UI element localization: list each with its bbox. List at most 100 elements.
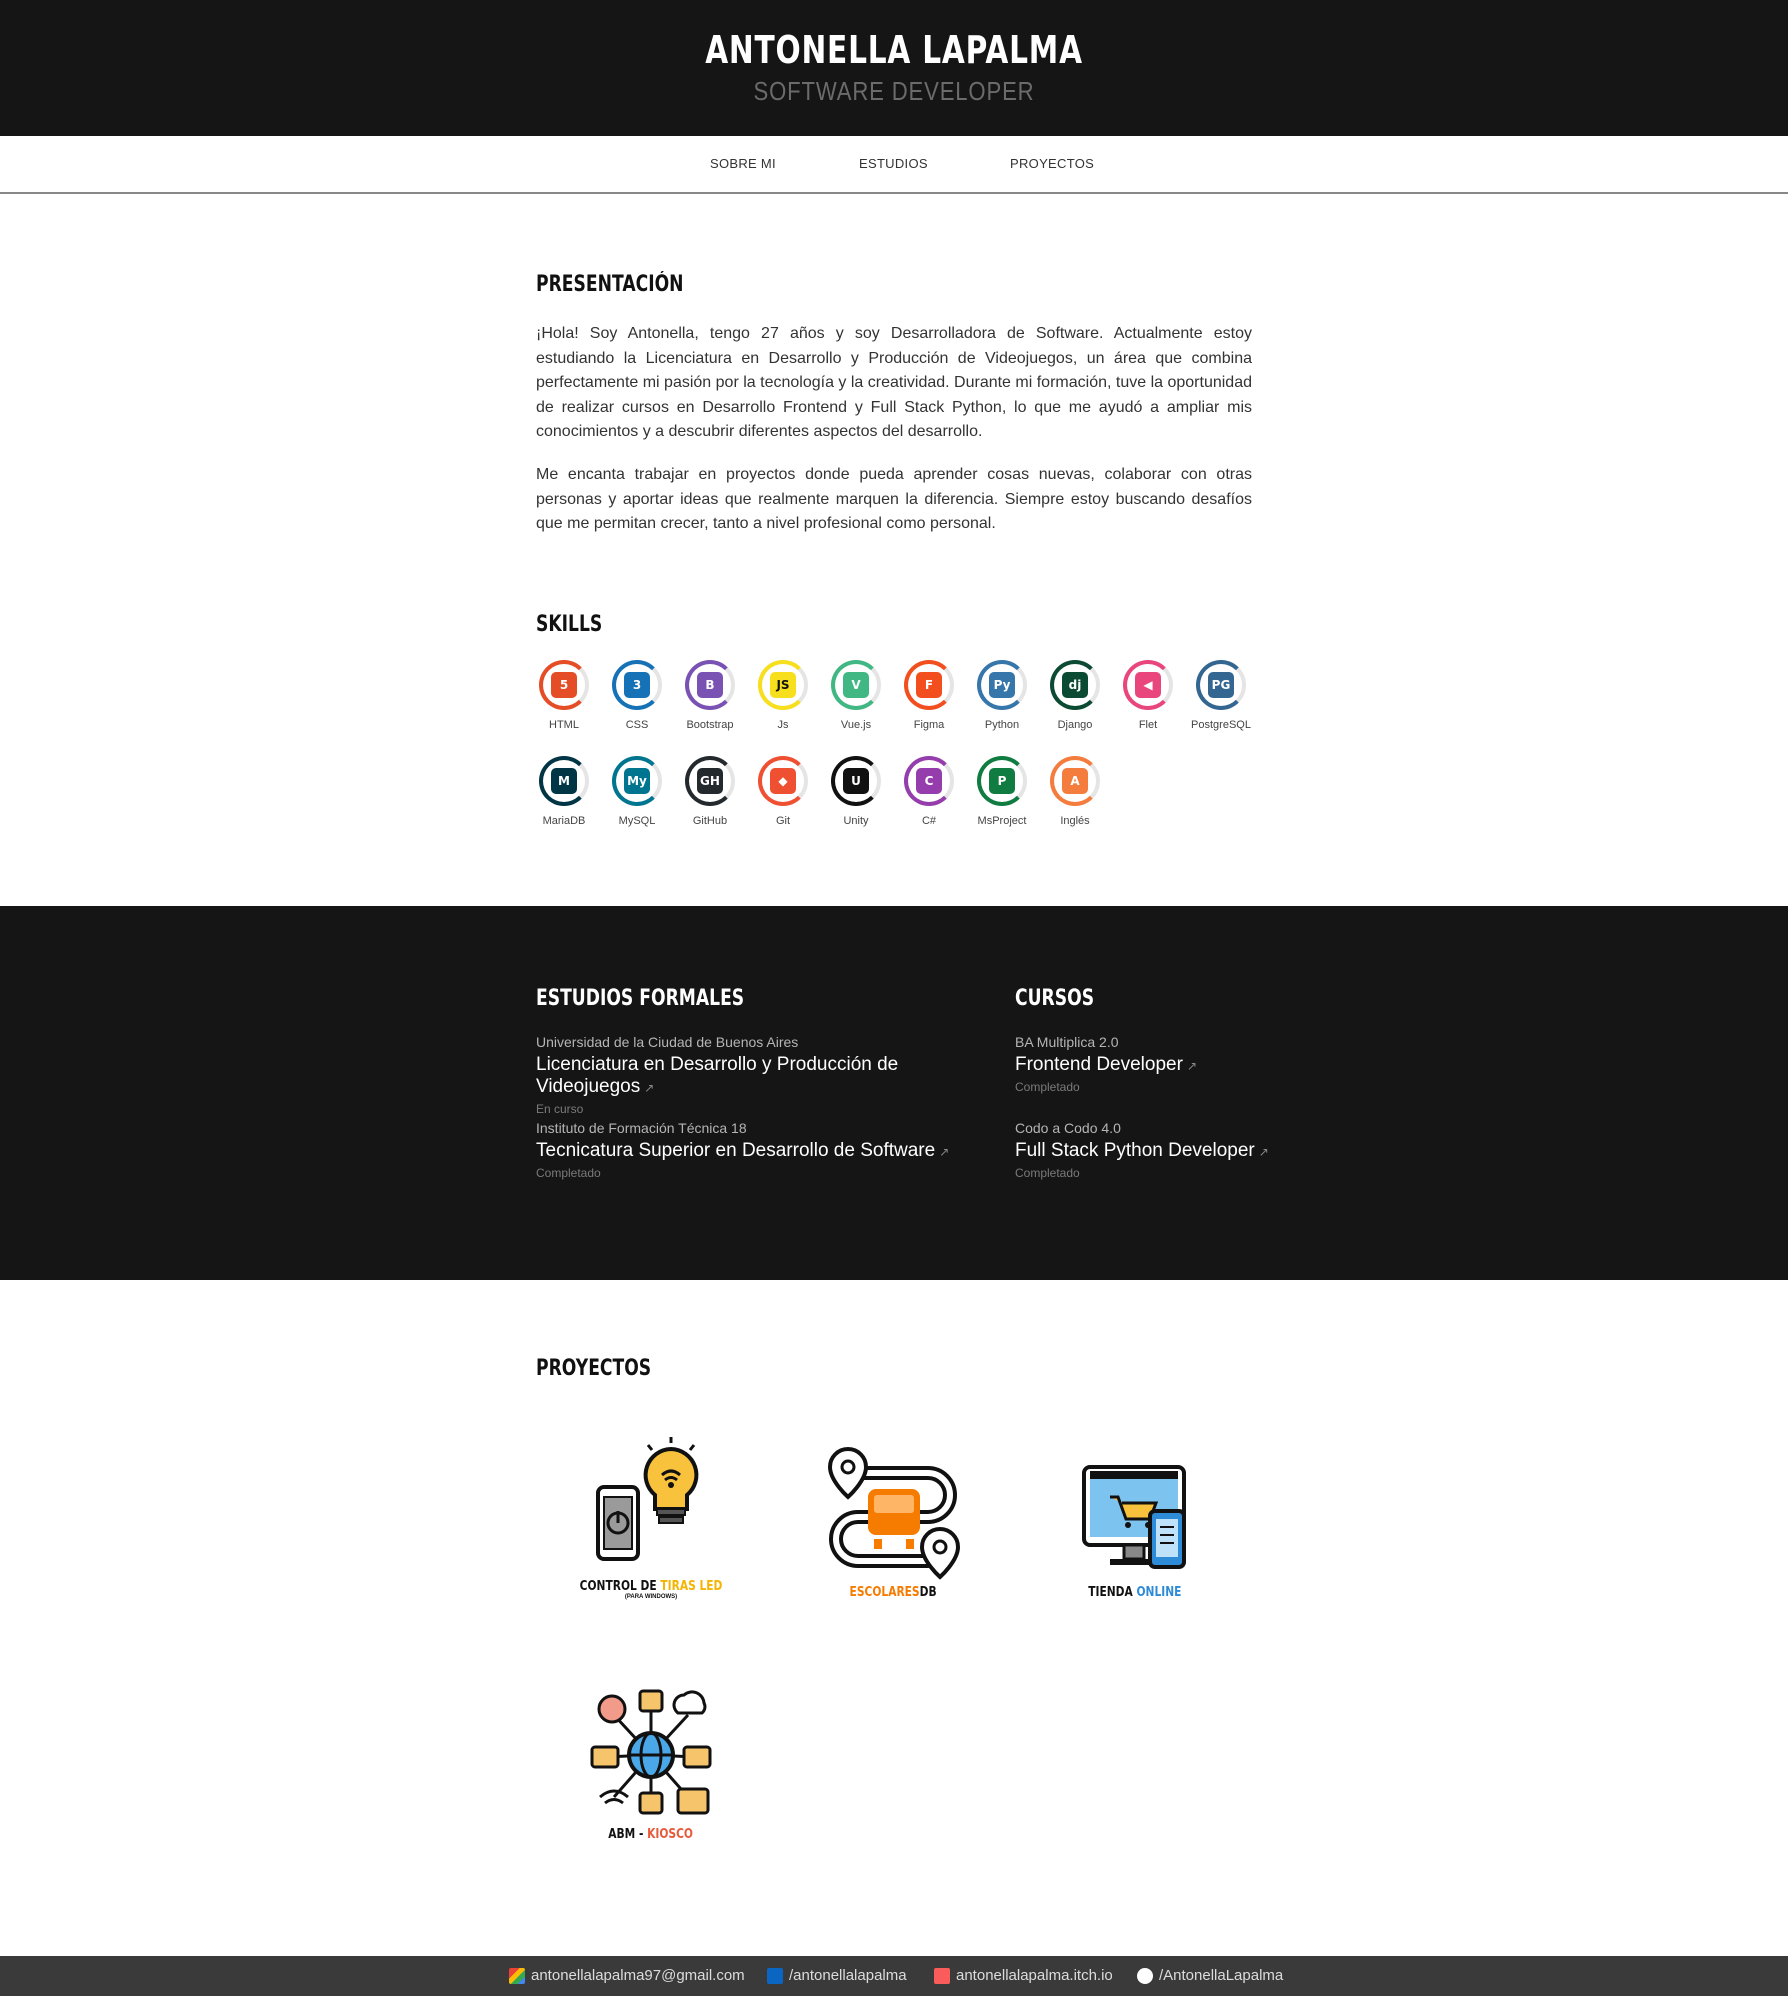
skill-ring-arc	[758, 756, 808, 806]
skill-ring-arc	[904, 756, 954, 806]
skill-ring: My	[612, 756, 662, 806]
skill-name: Unity	[843, 815, 869, 827]
skill-name: Js	[777, 719, 789, 731]
skill-ring: GH	[685, 756, 735, 806]
site-subtitle: SOFTWARE DEVELOPER	[753, 76, 1035, 106]
footer-link-linkedin[interactable]: /antonellalapalma	[767, 1967, 907, 1984]
course-title-link[interactable]: Frontend Developer ↗	[1015, 1054, 1197, 1076]
skill-ring-arc	[612, 756, 662, 806]
study-status: En curso	[536, 1102, 584, 1116]
project-sublabel: (PARA WINDOWS)	[624, 1594, 678, 1600]
course-status: Completado	[1015, 1166, 1080, 1180]
about-paragraph-2: Me encanta trabajar en proyectos donde p…	[536, 466, 1252, 532]
footer-link-label: antonellalapalma.itch.io	[956, 1967, 1113, 1984]
course-status: Completado	[1015, 1080, 1080, 1094]
project-card-tienda-online[interactable]: TIENDA ONLINE	[1040, 1410, 1230, 1600]
skill-item: ◀ Flet	[1118, 660, 1178, 731]
skill-item: C C#	[899, 756, 959, 827]
project-card-escolaresdb[interactable]: ESCOLARESDB	[798, 1410, 988, 1600]
skill-item: M MariaDB	[534, 756, 594, 827]
skill-ring: PG	[1196, 660, 1246, 710]
skill-ring: C	[904, 756, 954, 806]
skill-ring-arc	[539, 660, 589, 710]
course-title-link[interactable]: Full Stack Python Developer ↗	[1015, 1140, 1269, 1162]
about-paragraph-1: ¡Hola! Soy Antonella, tengo 27 años y so…	[536, 325, 1252, 440]
external-link-icon: ↗	[939, 1145, 950, 1159]
skill-name: MsProject	[977, 815, 1027, 827]
course-item: Codo a Codo 4.0 Full Stack Python Develo…	[1015, 1120, 1275, 1180]
skill-item: V Vue.js	[826, 660, 886, 731]
online-store-icon	[1082, 1465, 1186, 1569]
skill-ring-arc	[685, 660, 735, 710]
nav-link-sobre-mi[interactable]: SOBRE MI	[710, 156, 776, 171]
skills-title: SKILLS	[536, 612, 603, 637]
linkedin-icon	[767, 1967, 783, 1984]
skill-ring: P	[977, 756, 1027, 806]
skill-name: C#	[921, 815, 937, 827]
study-title-link[interactable]: Licenciatura en Desarrollo y Producción …	[536, 1054, 1006, 1098]
skill-name: GitHub	[692, 815, 728, 827]
skill-name: Bootstrap	[686, 719, 734, 731]
skill-ring-arc	[831, 756, 881, 806]
skill-item: Py Python	[972, 660, 1032, 731]
footer-link-label: antonellalapalma97@gmail.com	[531, 1967, 745, 1984]
project-label: ESCOLARESDB	[849, 1585, 937, 1600]
skill-item: ◆ Git	[753, 756, 813, 827]
skill-ring-arc	[685, 756, 735, 806]
skill-name: MySQL	[618, 815, 656, 827]
skill-ring: F	[904, 660, 954, 710]
project-label: TIENDA ONLINE	[1088, 1585, 1182, 1600]
footer-link-label: /antonellalapalma	[789, 1967, 907, 1984]
skill-ring-arc	[539, 756, 589, 806]
studies-section: ESTUDIOS FORMALES CURSOS Universidad de …	[0, 906, 1788, 1280]
skill-ring: ◆	[758, 756, 808, 806]
skill-ring-arc	[904, 660, 954, 710]
skill-ring: Py	[977, 660, 1027, 710]
study-title: Tecnicatura Superior en Desarrollo de So…	[536, 1140, 936, 1161]
formal-study-item: Universidad de la Ciudad de Buenos Aires…	[536, 1034, 1006, 1116]
skill-ring-arc	[977, 756, 1027, 806]
course-institution: Codo a Codo 4.0	[1015, 1120, 1121, 1136]
skill-item: A Inglés	[1045, 756, 1105, 827]
skill-name: Flet	[1138, 719, 1158, 731]
nav-link-proyectos[interactable]: PROYECTOS	[1010, 156, 1094, 171]
project-card-led-control[interactable]: CONTROL DE TIRAS LED (PARA WINDOWS)	[556, 1410, 746, 1600]
itchio-icon	[934, 1967, 950, 1984]
footer-link-itchio[interactable]: antonellalapalma.itch.io	[934, 1967, 1113, 1984]
study-institution: Universidad de la Ciudad de Buenos Aires	[536, 1034, 799, 1050]
course-title: Full Stack Python Developer	[1015, 1140, 1255, 1161]
project-label: ABM - KIOSCO	[608, 1827, 694, 1842]
study-title: Licenciatura en Desarrollo y Producción …	[536, 1054, 899, 1097]
about-title: PRESENTACIÓN	[536, 272, 684, 297]
skill-ring: M	[539, 756, 589, 806]
formal-studies-title: ESTUDIOS FORMALES	[536, 986, 745, 1011]
site-footer: antonellalapalma97@gmail.com /antonellal…	[0, 1956, 1788, 1996]
skill-item: 3 CSS	[607, 660, 667, 731]
skill-ring-arc	[758, 660, 808, 710]
skill-name: Django	[1057, 719, 1093, 731]
skill-item: PG PostgreSQL	[1191, 660, 1251, 731]
skill-name: Vue.js	[840, 719, 872, 731]
github-icon	[1137, 1967, 1153, 1984]
study-title-link[interactable]: Tecnicatura Superior en Desarrollo de So…	[536, 1140, 949, 1162]
site-header: ANTONELLA LAPALMA SOFTWARE DEVELOPER	[0, 0, 1788, 136]
main-nav: SOBRE MI ESTUDIOS PROYECTOS	[0, 136, 1788, 194]
skill-name: Inglés	[1060, 815, 1090, 827]
nav-link-estudios[interactable]: ESTUDIOS	[859, 156, 928, 171]
study-institution: Instituto de Formación Técnica 18	[536, 1120, 747, 1136]
skill-item: My MySQL	[607, 756, 667, 827]
site-title: ANTONELLA LAPALMA	[705, 28, 1083, 72]
network-database-icon	[590, 1689, 712, 1815]
skill-ring-arc	[977, 660, 1027, 710]
skill-item: JS Js	[753, 660, 813, 731]
project-card-abm-kiosco[interactable]: ABM - KIOSCO	[556, 1652, 746, 1842]
led-control-icon	[596, 1437, 699, 1561]
footer-link-github[interactable]: /AntonellaLapalma	[1137, 1967, 1283, 1984]
footer-link-email[interactable]: antonellalapalma97@gmail.com	[509, 1967, 745, 1984]
skill-name: HTML	[549, 719, 579, 731]
skill-ring-arc	[1050, 660, 1100, 710]
skill-ring-arc	[831, 660, 881, 710]
skill-ring: U	[831, 756, 881, 806]
skill-ring: 3	[612, 660, 662, 710]
skill-name: MariaDB	[542, 815, 586, 827]
